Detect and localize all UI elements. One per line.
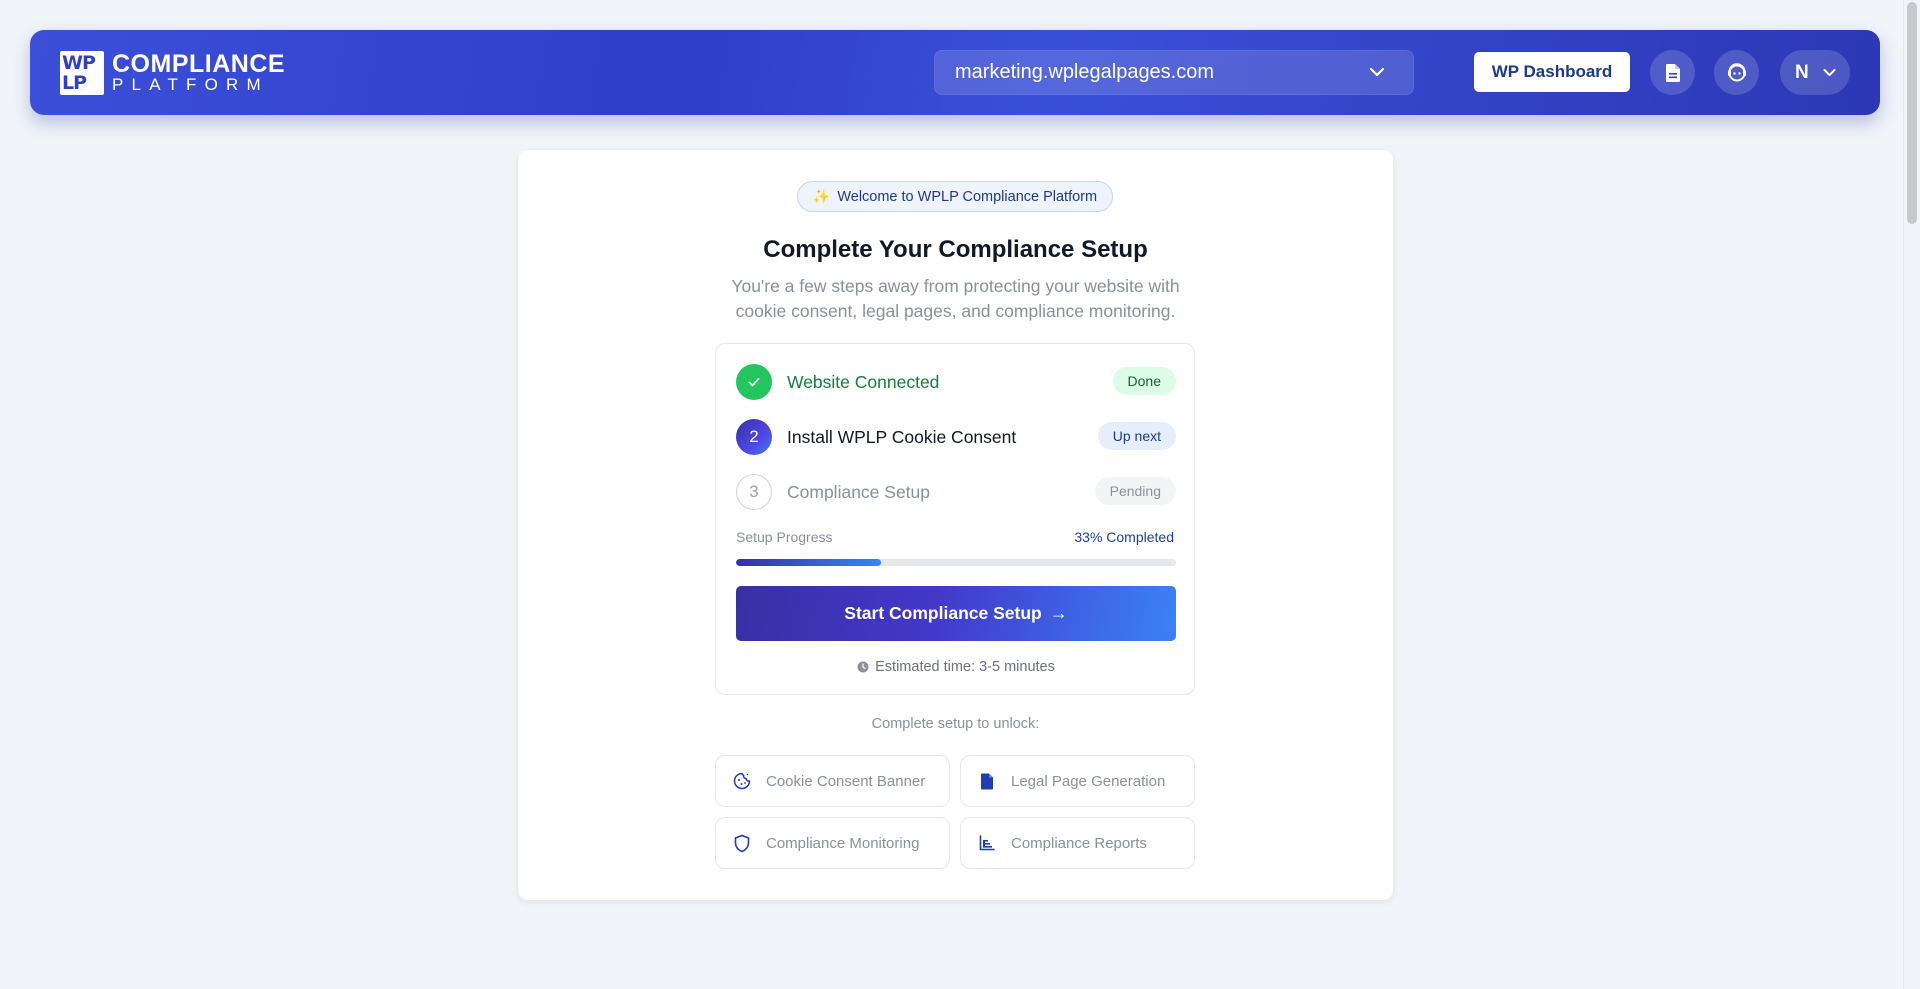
estimated-time-text: Estimated time: 3-5 minutes: [875, 659, 1055, 675]
cookie-icon: [732, 771, 752, 791]
step-label: Compliance Setup: [787, 481, 930, 502]
unlock-heading: Complete setup to unlock:: [871, 716, 1040, 732]
step-label: Website Connected: [787, 371, 940, 392]
check-icon: [748, 377, 760, 387]
progress-label: Setup Progress: [736, 529, 833, 545]
welcome-badge-text: Welcome to WPLP Compliance Platform: [837, 188, 1098, 205]
document-icon: [977, 771, 997, 791]
logo-mark-top: WP: [62, 51, 96, 74]
user-menu[interactable]: N: [1780, 50, 1850, 95]
arrow-right-icon: →: [1049, 603, 1068, 623]
feature-label: Compliance Monitoring: [766, 834, 920, 852]
feature-label: Legal Page Generation: [1011, 772, 1166, 790]
support-button[interactable]: [1714, 50, 1759, 95]
site-selector[interactable]: marketing.wplegalpages.com: [934, 50, 1414, 95]
top-header: WP LP COMPLIANCE PLATFORM marketing.wple…: [30, 30, 1880, 115]
step-number-circle: 2: [736, 419, 772, 455]
welcome-badge: ✨ Welcome to WPLP Compliance Platform: [797, 181, 1113, 212]
bar-chart-icon: [977, 833, 997, 853]
wp-dashboard-button[interactable]: WP Dashboard: [1474, 52, 1630, 92]
user-avatar-initial: N: [1795, 61, 1809, 83]
start-button-label: Start Compliance Setup: [844, 603, 1042, 623]
setup-steps-panel: Website Connected Done 2 Install WPLP Co…: [715, 343, 1195, 695]
chevron-down-icon: [1823, 68, 1836, 77]
feature-compliance-monitoring: Compliance Monitoring: [715, 817, 950, 869]
document-icon: [1665, 63, 1680, 82]
logo-line-1: COMPLIANCE: [112, 49, 286, 78]
step-website-connected: Website Connected Done: [736, 364, 1176, 400]
feature-legal-page-generation: Legal Page Generation: [960, 755, 1195, 807]
page-scrollbar[interactable]: [1903, 0, 1920, 989]
status-badge: Up next: [1097, 422, 1176, 450]
shield-icon: [732, 833, 752, 853]
scrollbar-thumb[interactable]: [1907, 2, 1917, 224]
setup-card: ✨ Welcome to WPLP Compliance Platform Co…: [518, 150, 1393, 900]
logo-line-2: PLATFORM: [112, 74, 269, 94]
step-label: Install WPLP Cookie Consent: [787, 426, 1017, 447]
logo-mark: WP LP: [60, 50, 104, 95]
step-number-circle: 3: [736, 474, 772, 510]
feature-label: Compliance Reports: [1011, 834, 1147, 852]
estimated-time: Estimated time: 3-5 minutes: [716, 659, 1196, 675]
step-complete-circle: [736, 364, 772, 400]
start-compliance-setup-button[interactable]: Start Compliance Setup →: [736, 586, 1176, 641]
logo-text: COMPLIANCE PLATFORM: [112, 49, 286, 94]
feature-label: Cookie Consent Banner: [766, 772, 926, 790]
progress-bar: [736, 559, 1176, 566]
status-badge: Pending: [1094, 477, 1176, 505]
sparkle-icon: ✨: [812, 188, 831, 204]
chevron-down-icon: [1369, 67, 1385, 77]
progress-value: 33% Completed: [1074, 529, 1174, 545]
progress-bar-fill: [736, 559, 882, 566]
logo-mark-bottom: LP: [62, 71, 87, 94]
step-compliance-setup: 3 Compliance Setup Pending: [736, 474, 1176, 510]
documents-button[interactable]: [1650, 50, 1695, 95]
site-selector-value: marketing.wplegalpages.com: [955, 61, 1215, 83]
page-subtitle: You're a few steps away from protecting …: [731, 276, 1180, 321]
logo[interactable]: WP LP COMPLIANCE PLATFORM: [60, 50, 285, 95]
step-install-cookie-consent[interactable]: 2 Install WPLP Cookie Consent Up next: [736, 419, 1176, 455]
feature-compliance-reports: Compliance Reports: [960, 817, 1195, 869]
feature-cookie-consent-banner: Cookie Consent Banner: [715, 755, 950, 807]
status-badge: Done: [1112, 367, 1176, 395]
page-title: Complete Your Compliance Setup: [763, 236, 1148, 263]
support-agent-icon: [1727, 62, 1746, 81]
page: WP LP COMPLIANCE PLATFORM marketing.wple…: [0, 0, 1920, 989]
clock-icon: [857, 661, 869, 673]
